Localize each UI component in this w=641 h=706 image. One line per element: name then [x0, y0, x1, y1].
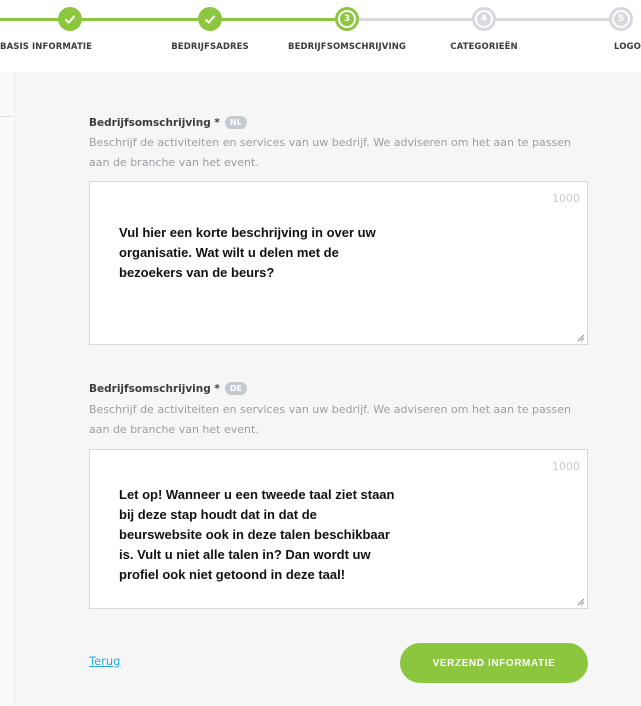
step-connector	[359, 18, 472, 21]
description-textarea-nl[interactable]: 1000 Vul hier een korte beschrijving in …	[89, 181, 588, 345]
description-textarea-de[interactable]: 1000 Let op! Wanneer u een tweede taal z…	[89, 449, 588, 609]
step-3-current: 3	[335, 7, 359, 31]
text-line: bij deze stap houdt dat in dat de	[119, 507, 317, 522]
text-line: is. Vult u niet alle talen in? Dan wordt…	[119, 547, 371, 562]
field-title-text: Bedrijfsomschrijving *	[89, 116, 220, 129]
step-connector	[222, 18, 335, 21]
step-4-todo: 4	[472, 7, 496, 31]
step-2-done-icon[interactable]	[198, 7, 222, 31]
text-line: Vul hier een korte beschrijving in over …	[119, 225, 376, 240]
field-title-nl: Bedrijfsomschrijving * NL	[89, 116, 247, 129]
language-badge: NL	[224, 116, 247, 129]
field-help-text: Beschrijf de activiteiten en services va…	[89, 403, 571, 436]
step-label: CATEGORIEËN	[450, 42, 518, 52]
step-number: 5	[614, 12, 628, 26]
left-rail	[0, 72, 15, 706]
textarea-content: Let op! Wanneer u een tweede taal ziet s…	[119, 485, 394, 585]
progress-stepper: 3 4 5 BASIS INFORMATIE BEDRIJFSADRES BED…	[0, 0, 641, 72]
divider	[0, 116, 12, 117]
step-connector	[0, 18, 60, 21]
step-label: LOGO	[614, 42, 641, 52]
character-counter: 1000	[552, 192, 580, 205]
field-title-de: Bedrijfsomschrijving * DE	[89, 382, 248, 395]
resize-handle-icon[interactable]	[577, 334, 585, 342]
resize-handle-icon[interactable]	[577, 598, 585, 606]
step-number: 4	[477, 12, 491, 26]
step-5-todo: 5	[609, 7, 633, 31]
step-1-done-icon[interactable]	[58, 7, 82, 31]
character-counter: 1000	[552, 460, 580, 473]
step-label: BASIS INFORMATIE	[0, 42, 93, 52]
text-line: bezoekers van de beurs?	[119, 265, 275, 280]
step-label: BEDRIJFSADRES	[171, 42, 249, 52]
field-help-text: Beschrijf de activiteiten en services va…	[89, 136, 571, 169]
submit-button[interactable]: VERZEND INFORMATIE	[400, 643, 588, 683]
step-connector	[82, 18, 198, 21]
field-title-text: Bedrijfsomschrijving *	[89, 382, 220, 395]
language-badge: DE	[224, 382, 248, 395]
textarea-content: Vul hier een korte beschrijving in over …	[119, 223, 376, 283]
step-number: 3	[340, 12, 354, 26]
back-link[interactable]: Terug	[89, 654, 120, 668]
text-line: profiel ook niet getoond in deze taal!	[119, 567, 346, 582]
text-line: Let op! Wanneer u een tweede taal ziet s…	[119, 487, 395, 502]
text-line: beurswebsite ook in deze talen beschikba…	[119, 527, 390, 542]
step-connector	[496, 18, 609, 21]
step-label: BEDRIJFSOMSCHRIJVING	[288, 42, 406, 52]
text-line: organisatie. Wat wilt u delen met de	[119, 245, 339, 260]
